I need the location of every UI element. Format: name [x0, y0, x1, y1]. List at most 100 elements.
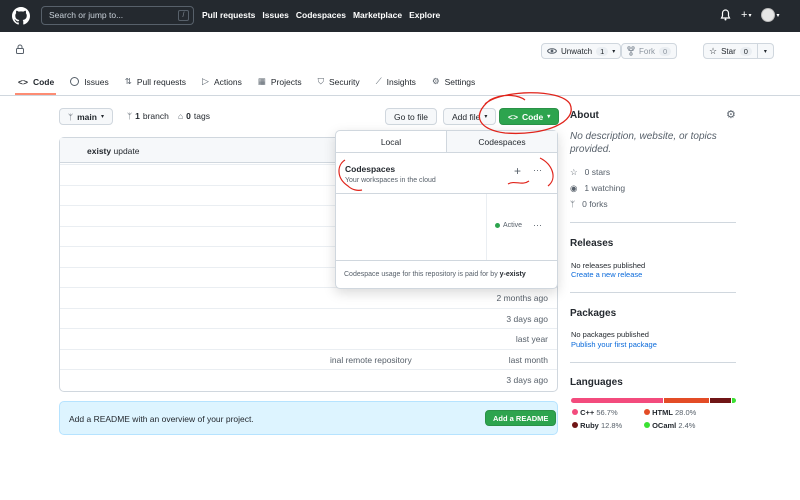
fork-count: 0 — [659, 46, 672, 56]
branches-link[interactable]: ᛘ 1 branch — [127, 111, 169, 121]
code-icon: <> — [18, 76, 28, 87]
language-pct: 12.8% — [600, 421, 623, 430]
branch-name: main — [77, 111, 97, 122]
codespaces-more-button[interactable]: ··· — [533, 165, 542, 175]
search-placeholder: Search or jump to... — [49, 10, 124, 20]
bell-icon[interactable] — [720, 9, 731, 21]
nav-explore[interactable]: Explore — [409, 10, 440, 20]
gear-icon: ⚙ — [431, 76, 440, 86]
global-nav: Pull requests Issues Codespaces Marketpl… — [202, 10, 440, 20]
stars-count: 0 stars — [584, 167, 611, 177]
pull-request-icon: ⇅ — [124, 76, 132, 86]
tab-pull-requests[interactable]: ⇅ Pull requests — [125, 76, 186, 87]
tab-insights[interactable]: ⟋ Insights — [376, 76, 416, 87]
add-file-button[interactable]: Add file ▾ — [443, 108, 497, 125]
language-item[interactable]: OCaml 2.4% — [644, 421, 734, 430]
language-dot-icon — [644, 409, 650, 415]
tags-link[interactable]: ⌂ 0 tags — [178, 111, 210, 121]
no-packages-text: No packages published — [571, 330, 649, 339]
repo-tabs: <> Code Issues ⇅ Pull requests ▷ Actions ▦ P… — [18, 76, 475, 87]
nav-pull-requests[interactable]: Pull requests — [202, 10, 255, 20]
stars-link[interactable]: ☆ 0 stars — [570, 167, 610, 178]
caret-down-icon: ▾ — [100, 114, 104, 120]
user-menu[interactable]: ▾ — [761, 8, 779, 22]
fork-icon — [627, 46, 635, 56]
watching-link[interactable]: ◉ 1 watching — [570, 183, 625, 194]
packages-heading[interactable]: Packages — [570, 308, 616, 319]
slash-shortcut: / — [178, 10, 189, 21]
search-input[interactable]: Search or jump to... / — [41, 6, 194, 25]
code-button[interactable]: <> Code ▾ — [499, 108, 560, 125]
unwatch-button[interactable]: Unwatch 1 ▾ — [541, 43, 622, 59]
language-list: C++ 56.7% HTML 28.0% Ruby 12.8% OCaml 2.… — [572, 408, 742, 430]
language-dot-icon — [644, 422, 650, 428]
table-row[interactable]: 3 days ago — [60, 369, 557, 390]
tag-icon: ⌂ — [178, 111, 184, 121]
branch-select-button[interactable]: ᛘ main ▾ — [59, 108, 113, 125]
commit-message: update — [113, 146, 140, 156]
gear-icon[interactable]: ⚙ — [726, 108, 736, 121]
table-row[interactable]: last year — [60, 328, 557, 349]
language-item[interactable]: Ruby 12.8% — [572, 421, 644, 430]
star-list-button[interactable]: ▾ — [757, 43, 774, 59]
readme-prompt: Add a README with an overview of your pr… — [69, 414, 254, 424]
tab-local[interactable]: Local — [336, 131, 446, 152]
language-item[interactable]: C++ 56.7% — [572, 408, 644, 417]
tab-label: Actions — [213, 76, 242, 87]
tab-label: Issues — [84, 76, 109, 87]
tab-issues[interactable]: Issues — [70, 76, 109, 87]
language-item[interactable]: HTML 28.0% — [644, 408, 734, 417]
table-row[interactable]: inal remote repository last month — [60, 348, 557, 370]
releases-heading[interactable]: Releases — [570, 238, 613, 249]
code-dropdown: Local Codespaces Codespaces Your workspa… — [335, 130, 558, 289]
latest-commit[interactable]: existy update — [87, 146, 139, 156]
language-name: HTML — [652, 408, 673, 417]
caret-down-icon: ▾ — [776, 12, 780, 19]
star-count: 0 — [739, 46, 752, 56]
tab-security[interactable]: ⛉ Security — [318, 76, 360, 87]
publish-package-link[interactable]: Publish your first package — [571, 340, 657, 349]
caret-down-icon: ▾ — [484, 114, 488, 120]
divider — [0, 95, 800, 96]
shield-icon: ⛉ — [317, 76, 324, 86]
tab-settings[interactable]: ⚙ Settings — [432, 76, 475, 87]
header-actions: + ▾ ▾ — [720, 8, 779, 22]
create-release-link[interactable]: Create a new release — [571, 270, 642, 279]
content-cutoff — [560, 434, 760, 500]
language-name: OCaml — [652, 421, 677, 430]
codespace-more-button[interactable]: ··· — [533, 220, 542, 230]
github-logo-icon[interactable] — [12, 7, 30, 25]
tab-label: Code — [32, 76, 55, 87]
watching-count: 1 watching — [584, 183, 626, 193]
file-time: last month — [508, 354, 548, 365]
language-name: C++ — [580, 408, 595, 417]
tab-code[interactable]: <> Code — [18, 76, 54, 87]
footer-text: Codespace usage for this repository is p… — [344, 271, 498, 278]
status-dot-icon — [495, 223, 500, 228]
codespace-status: Active — [495, 222, 522, 229]
tab-codespaces[interactable]: Codespaces — [446, 131, 557, 152]
nav-marketplace[interactable]: Marketplace — [353, 10, 402, 20]
status-label: Active — [503, 222, 523, 229]
watch-count: 1 — [596, 46, 609, 56]
nav-codespaces[interactable]: Codespaces — [296, 10, 346, 20]
add-readme-button[interactable]: Add a README — [485, 410, 557, 426]
new-codespace-button[interactable]: + — [514, 164, 521, 178]
language-bar-segment — [663, 398, 710, 403]
table-row[interactable]: 3 days ago — [60, 307, 557, 329]
table-row[interactable]: 2 months ago — [60, 287, 557, 308]
forks-link[interactable]: ᛘ 0 forks — [570, 199, 608, 209]
divider — [570, 222, 736, 223]
file-time: 3 days ago — [506, 313, 548, 324]
tab-projects[interactable]: ▦ Projects — [258, 76, 302, 87]
footer-user[interactable]: y-existy — [500, 271, 526, 278]
fork-button[interactable]: Fork 0 — [621, 43, 678, 59]
go-to-file-button[interactable]: Go to file — [385, 108, 438, 125]
tab-actions[interactable]: ▷ Actions — [202, 76, 242, 87]
forks-count: 0 forks — [582, 199, 608, 209]
create-new-button[interactable]: + ▾ — [741, 9, 751, 21]
file-commit-message: inal remote repository — [330, 354, 412, 365]
star-button[interactable]: ☆ Star 0 — [703, 43, 758, 59]
codespace-item[interactable]: Active ··· — [336, 194, 557, 261]
nav-issues[interactable]: Issues — [262, 10, 288, 20]
